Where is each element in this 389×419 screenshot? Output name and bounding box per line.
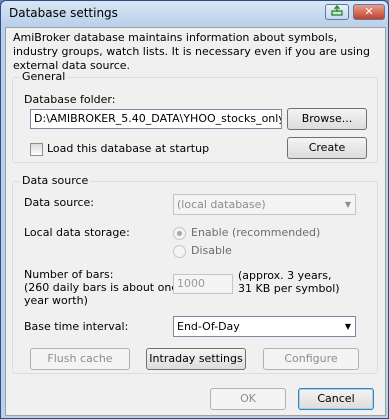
close-button[interactable]: ✕ — [353, 4, 385, 20]
bars-note-2: 31 KB per symbol) — [238, 282, 340, 295]
data-source-label: Data source: — [24, 196, 94, 209]
base-interval-select[interactable]: End-Of-Day ▼ — [173, 316, 356, 337]
intro-text: AmiBroker database maintains information… — [13, 31, 370, 72]
help-button[interactable] — [325, 4, 349, 20]
flush-cache-button[interactable]: Flush cache — [30, 348, 130, 370]
data-source-value: (local database) — [177, 198, 266, 211]
local-storage-label: Local data storage: — [24, 226, 130, 239]
window-title: Database settings — [9, 6, 118, 20]
data-source-group: Data source Data source: (local database… — [12, 174, 378, 374]
bars-note-1: (approx. 3 years, — [238, 269, 332, 282]
enable-radio[interactable] — [173, 227, 186, 240]
ok-button[interactable]: OK — [210, 388, 286, 410]
intraday-settings-button[interactable]: Intraday settings — [146, 348, 246, 370]
chevron-down-icon: ▼ — [344, 322, 351, 331]
base-interval-label: Base time interval: — [24, 320, 129, 333]
base-interval-value: End-Of-Day — [177, 320, 240, 333]
data-source-group-label: Data source — [20, 174, 91, 187]
number-of-bars-hint-1: (260 daily bars is about one — [24, 281, 179, 294]
enable-radio-label: Enable (recommended) — [191, 226, 321, 239]
number-of-bars-input[interactable]: 1000 — [173, 274, 233, 294]
help-icon — [331, 4, 343, 16]
data-source-select[interactable]: (local database) ▼ — [173, 194, 356, 215]
disable-radio-label: Disable — [191, 244, 232, 257]
load-at-startup-label: Load this database at startup — [47, 142, 210, 155]
configure-button[interactable]: Configure — [263, 348, 359, 370]
number-of-bars-hint-2: year worth) — [24, 294, 88, 307]
chevron-down-icon: ▼ — [344, 200, 351, 209]
create-button[interactable]: Create — [287, 137, 367, 159]
title-bar[interactable]: Database settings ✕ — [1, 1, 388, 25]
dialog-body: AmiBroker database maintains information… — [5, 27, 386, 416]
database-folder-input[interactable]: D:\AMIBROKER_5.40_DATA\YHOO_stocks_only — [30, 109, 282, 129]
browse-button[interactable]: Browse... — [287, 108, 367, 130]
database-settings-window: Database settings ✕ AmiBroker database m… — [0, 0, 389, 419]
cancel-button[interactable]: Cancel — [298, 388, 374, 410]
database-folder-label: Database folder: — [24, 93, 116, 106]
general-group: General Database folder: D:\AMIBROKER_5.… — [12, 70, 378, 163]
load-at-startup-checkbox[interactable] — [30, 143, 43, 156]
general-group-label: General — [20, 70, 68, 83]
number-of-bars-label: Number of bars: — [24, 268, 114, 281]
close-icon: ✕ — [364, 5, 374, 18]
disable-radio[interactable] — [173, 245, 186, 258]
